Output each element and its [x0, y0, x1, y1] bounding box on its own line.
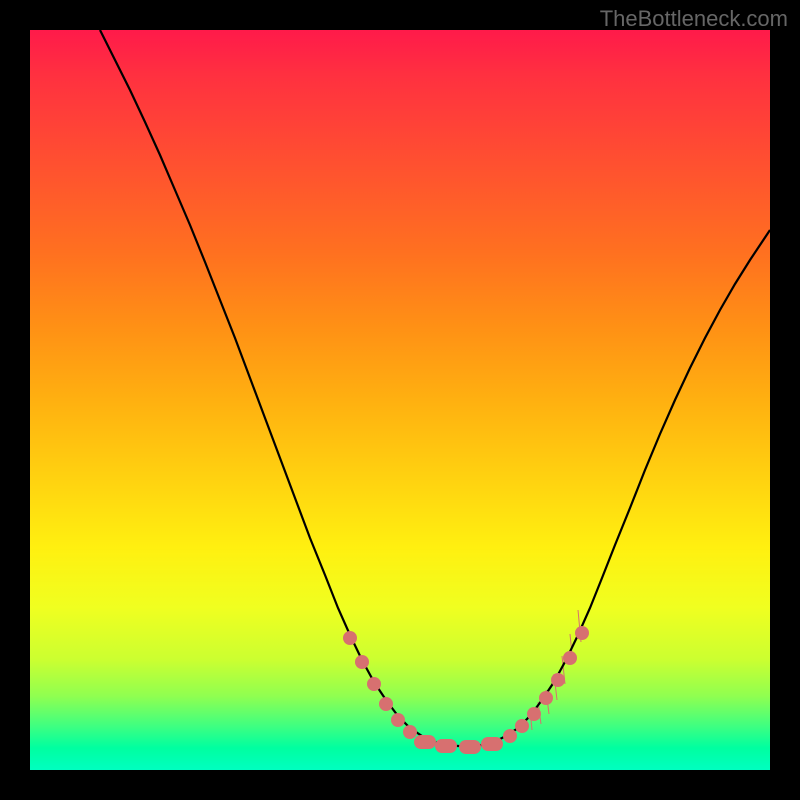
data-marker — [435, 739, 457, 753]
data-marker — [391, 713, 405, 727]
data-marker — [459, 740, 481, 754]
plot-area — [30, 30, 770, 770]
data-marker — [539, 691, 553, 705]
data-marker — [343, 631, 357, 645]
watermark-text: TheBottleneck.com — [600, 6, 788, 32]
data-marker — [563, 651, 577, 665]
data-marker — [575, 626, 589, 640]
data-marker — [551, 673, 565, 687]
bottleneck-curve — [100, 30, 770, 746]
data-marker — [515, 719, 529, 733]
data-marker — [414, 735, 436, 749]
data-marker — [527, 707, 541, 721]
data-marker — [355, 655, 369, 669]
data-marker — [481, 737, 503, 751]
data-marker — [503, 729, 517, 743]
data-marker — [379, 697, 393, 711]
data-marker — [367, 677, 381, 691]
curve-svg — [30, 30, 770, 770]
